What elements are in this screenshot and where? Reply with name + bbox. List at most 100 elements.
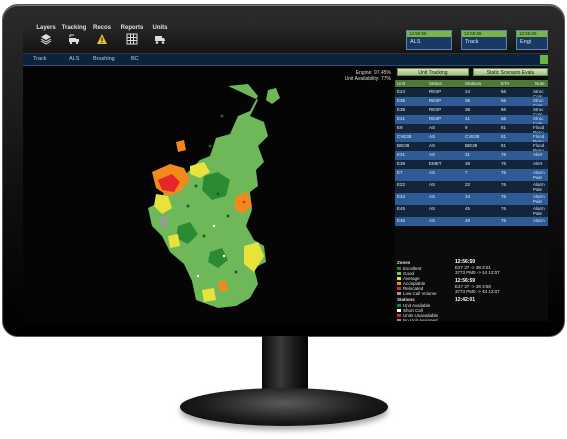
zone-average — [168, 234, 180, 248]
eta-cell: 76 — [501, 152, 507, 157]
station-cell: 24 — [465, 89, 471, 94]
table-row[interactable]: E46 AS 46 76 Alarm — [395, 217, 548, 226]
incident-line: 3773 PM0 -> 44 12:07 — [455, 270, 500, 275]
station-marker-short-call — [212, 224, 216, 228]
table-row[interactable]: E35RESP3566Struc Com — [395, 97, 548, 108]
status-cell: RESP — [429, 107, 442, 112]
eta-cell: 66 — [501, 89, 507, 94]
station-cell: 9 — [465, 125, 468, 130]
legend-swatch — [397, 314, 401, 317]
table-row[interactable]: BIE39ASBIE3981Flood Reno — [395, 142, 548, 153]
col-stations[interactable]: Stations — [465, 80, 481, 87]
app-screen: Layers Tracking Recos Reports Units 12:5… — [23, 21, 548, 321]
static-scenario-button[interactable]: Static Scenario Evalu — [473, 68, 548, 76]
tab-track[interactable]: Track — [33, 56, 47, 62]
units-button[interactable]: Units — [143, 25, 177, 45]
tab-bc[interactable]: BC — [131, 56, 139, 62]
station-marker — [202, 234, 206, 238]
eta-cell: 76 — [501, 170, 507, 175]
tab-als[interactable]: ALS — [69, 56, 79, 62]
unit-cell: E22 — [397, 182, 406, 187]
table-row[interactable]: E38RESP3866Struc Com — [395, 106, 548, 117]
monitor-frame: Layers Tracking Recos Reports Units 12:5… — [2, 4, 565, 337]
incident-entry[interactable]: 12:56:59 E27 37 -> 38 3:01 3773 PM0 -> 4… — [455, 259, 548, 275]
table-row[interactable]: E31 AS 31 76 Alert — [395, 151, 548, 160]
unit-cell: E31 — [397, 152, 406, 157]
unit-chip-als[interactable]: 12:55:55 ALS — [406, 30, 452, 50]
table-row[interactable]: E22AS2276Alarm Pale (LA) — [395, 181, 548, 197]
warning-icon — [97, 34, 107, 44]
table-row[interactable]: E7AS776Alarm Pale (LA) — [395, 169, 548, 185]
table-row[interactable]: E24RESP2466Struc Com — [395, 88, 548, 99]
table-row[interactable]: E34AS3476Alarm Pale (LA) — [395, 193, 548, 209]
zone-good — [266, 88, 280, 104]
table-row[interactable]: E41RESP4166Struc Com — [395, 115, 548, 126]
legend-swatch — [397, 319, 401, 321]
col-eta[interactable]: ETA — [501, 80, 509, 87]
station-marker — [208, 144, 212, 148]
table-row[interactable]: E39 EMET 39 76 Alert — [395, 160, 548, 169]
station-cell: 31 — [465, 152, 471, 157]
eta-cell: 76 — [501, 218, 507, 223]
status-cell: AS — [429, 152, 436, 157]
eta-cell: 66 — [501, 107, 507, 112]
table-row[interactable]: CVE38ASCVE3881Flood Reno — [395, 133, 548, 144]
table-row[interactable]: E45AS4576Alarm Pale (LA) — [395, 205, 548, 221]
unit-panel: Unit Tracking Static Scenario Evalu Unit… — [395, 66, 548, 321]
status-cell: RESP — [429, 89, 442, 94]
status-cell: RESP — [429, 116, 442, 121]
legend-swatch — [397, 309, 401, 312]
unit-chip-track[interactable]: 12:55:55 Track — [461, 30, 507, 50]
col-status[interactable]: Status — [429, 80, 442, 87]
station-marker-short-call — [222, 254, 226, 258]
station-marker — [216, 192, 220, 196]
truck-icon — [155, 36, 165, 44]
status-cell: AS — [429, 125, 436, 130]
col-unit[interactable]: Unit — [397, 80, 405, 87]
unit-cell: CVE38 — [397, 134, 412, 139]
eta-cell: 81 — [501, 125, 507, 130]
status-cell: AS — [429, 170, 436, 175]
col-note[interactable]: Note — [535, 80, 545, 87]
legend-swatch — [397, 272, 401, 275]
incident-entry[interactable]: 12:56:59 E27 37 -> 38 3:58 3773 PM0 -> 4… — [455, 278, 548, 294]
legend-zones-title: Zones — [397, 260, 411, 265]
station-cell: 22 — [465, 182, 471, 187]
tab-brushing[interactable]: Brushing — [93, 56, 115, 62]
note-cell: Alert — [533, 161, 543, 166]
coverage-map[interactable]: Engine: 97.45% Unit Availability: 77% — [23, 66, 395, 321]
legend-item: Low Call Volume — [397, 291, 453, 296]
legend: Zones Excellent Good Average Acceptable Relo… — [397, 259, 453, 321]
monitor-stand-neck — [262, 336, 308, 396]
eta-cell: 76 — [501, 206, 507, 211]
table-row[interactable]: E9AS981Flood Reno — [395, 124, 548, 135]
status-cell: AS — [429, 143, 436, 148]
unit-chip-engine[interactable]: 12:55:55 Engi — [516, 30, 548, 50]
station-cell: BIE39 — [465, 143, 478, 148]
eta-cell: 81 — [501, 143, 507, 148]
eta-cell: 76 — [501, 194, 507, 199]
unit-cell: BIE39 — [397, 143, 410, 148]
incident-entry[interactable]: 12:42:01 — [455, 297, 548, 308]
map-stats: Engine: 97.45% Unit Availability: 77% — [345, 70, 391, 82]
zone-map[interactable] — [118, 76, 318, 316]
unit-cell: E45 — [397, 206, 406, 211]
station-cell: 38 — [465, 107, 471, 112]
unit-cell: E7 — [397, 170, 403, 175]
legend-stations-title: Stations — [397, 297, 415, 302]
station-cell: 41 — [465, 116, 471, 121]
legend-label: No Unit Assigned — [403, 318, 438, 321]
recos-button[interactable]: Recos — [85, 25, 119, 45]
unit-tracking-button[interactable]: Unit Tracking — [397, 68, 469, 76]
station-marker-unavailable — [242, 200, 246, 204]
run-button[interactable] — [540, 55, 548, 64]
unit-cell: E38 — [397, 107, 406, 112]
status-cell: EMET — [429, 161, 442, 166]
unit-chip-label: Track — [465, 39, 479, 45]
note-cell: Alarm — [533, 218, 545, 223]
recos-label: Recos — [92, 25, 111, 31]
station-marker — [194, 184, 198, 188]
legend-swatch — [397, 292, 401, 295]
station-cell: 45 — [465, 206, 471, 211]
legend-swatch — [397, 287, 401, 290]
